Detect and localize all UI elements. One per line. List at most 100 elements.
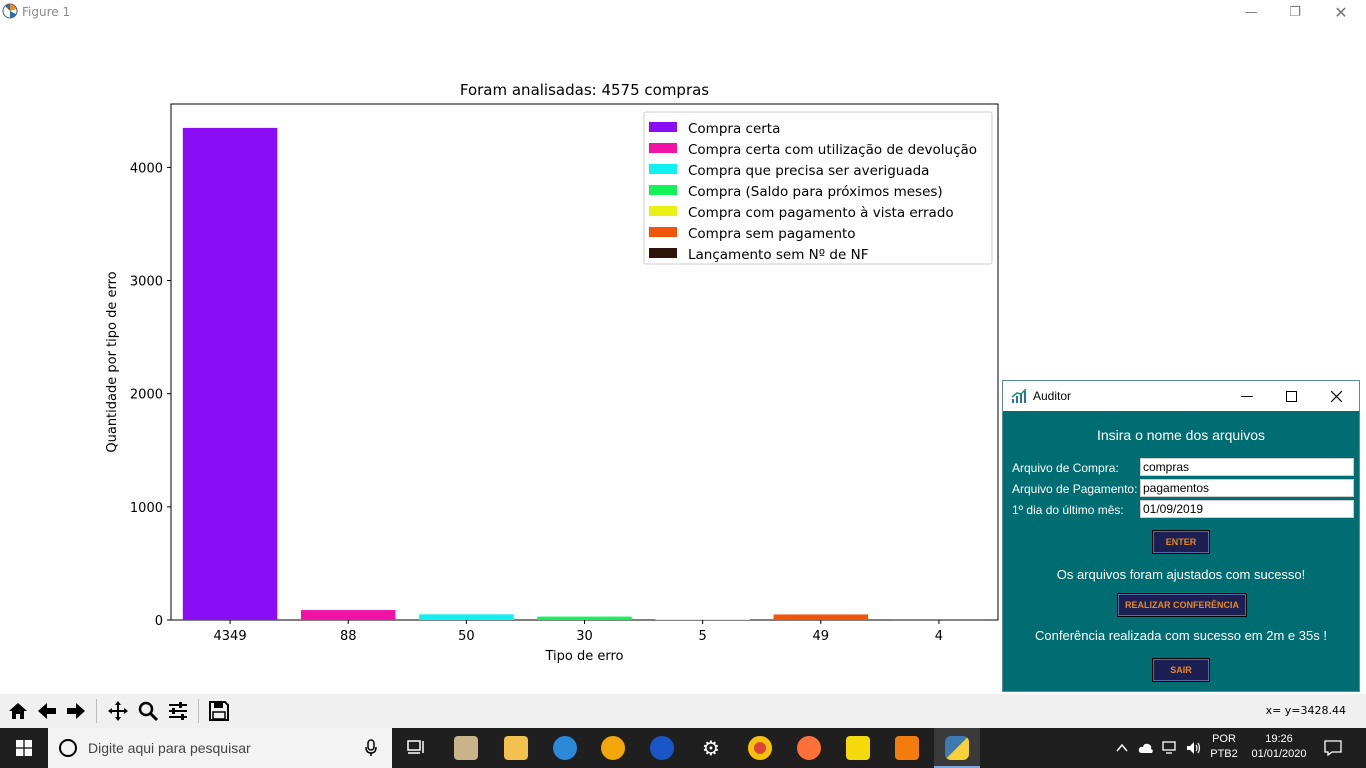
cloud-icon[interactable] (1138, 741, 1154, 755)
compra-label: Arquivo de Compra: (1012, 461, 1119, 475)
ajuste-message: Os arquivos foram ajustados com sucesso! (1056, 567, 1306, 582)
start-button[interactable] (0, 728, 48, 768)
bar (655, 619, 750, 620)
chart-trend-icon (1011, 388, 1027, 403)
forward-button[interactable] (62, 697, 90, 725)
x-tick-label: 4 (935, 629, 943, 644)
chevron-up-icon[interactable] (1116, 742, 1128, 754)
bar (537, 616, 632, 620)
bar (182, 127, 278, 620)
clock[interactable]: 19:26 01/01/2020 (1244, 732, 1314, 762)
toolbar-separator (198, 699, 199, 723)
python-app-active[interactable] (934, 728, 980, 768)
floppy-disk-icon (209, 701, 229, 721)
legend-label: Compra certa (688, 121, 780, 137)
sair-button[interactable]: SAIR (1152, 658, 1210, 682)
notifications-icon[interactable] (1324, 740, 1342, 756)
taskbar: Digite aqui para pesquisar ⚙ POR PTB2 19… (0, 728, 1366, 768)
browser-globe-icon[interactable] (553, 736, 577, 760)
auditor-title: Auditor (1033, 389, 1072, 403)
network-icon[interactable] (1162, 741, 1178, 755)
enter-button[interactable]: ENTER (1152, 530, 1210, 554)
file-explorer-icon[interactable] (504, 736, 528, 760)
auditor-titlebar: Auditor — (1003, 381, 1359, 411)
sublime-text-icon[interactable] (895, 736, 919, 760)
windows-logo-icon (16, 740, 32, 756)
legend-swatch (649, 122, 677, 132)
auditor-maximize-button[interactable] (1269, 381, 1313, 411)
x-tick-label: 4349 (214, 629, 247, 644)
conferencia-message: Conferência realizada com sucesso em 2m … (1035, 628, 1327, 643)
python-icon (945, 736, 969, 760)
matplotlib-icon (2, 3, 18, 19)
compra-input[interactable]: compras (1140, 458, 1354, 476)
ultimo-mes-input[interactable]: 01/09/2019 (1140, 500, 1354, 518)
legend-label: Lançamento sem Nº de NF (688, 247, 868, 263)
y-tick-label: 4000 (130, 161, 163, 176)
auditor-window: Auditor — Insira o nome dos arquivos Arq… (1002, 380, 1360, 692)
home-icon (9, 703, 27, 719)
auditor-minimize-button[interactable]: — (1225, 381, 1269, 411)
form-heading: Insira o nome dos arquivos (1096, 427, 1266, 443)
ultimo-mes-label: 1º dia do último mês: (1012, 503, 1124, 517)
arrow-right-icon (67, 703, 85, 719)
speaker-icon[interactable] (1186, 740, 1202, 756)
realizar-conferencia-button[interactable]: REALIZAR CONFERÊNCIA (1117, 593, 1247, 617)
task-view-icon[interactable] (406, 738, 426, 758)
settings-gear-icon[interactable]: ⚙ (699, 736, 723, 760)
bar (300, 610, 396, 620)
pan-button[interactable] (104, 697, 132, 725)
auditor-close-button[interactable] (1313, 381, 1359, 411)
cursor-coordinates: x= y=3428.44 (1265, 704, 1346, 717)
microphone-icon (365, 739, 377, 756)
figure-titlebar: Figure 1 — ❐ ✕ (0, 0, 1366, 24)
close-button[interactable]: ✕ (1318, 0, 1364, 24)
legend-swatch (649, 164, 677, 174)
scanner-app-icon[interactable] (454, 736, 478, 760)
bar (419, 614, 514, 620)
zoom-button[interactable] (134, 697, 162, 725)
weather-app-icon[interactable] (650, 736, 674, 760)
chrome-icon[interactable] (748, 736, 772, 760)
bar (773, 614, 869, 620)
cortana-circle-icon (59, 739, 77, 757)
y-tick-label: 2000 (130, 388, 163, 403)
clock-time: 19:26 (1265, 733, 1293, 745)
restore-button[interactable]: ❐ (1272, 0, 1318, 24)
x-tick-label: 50 (458, 629, 475, 644)
move-icon (108, 701, 128, 721)
back-button[interactable] (33, 697, 61, 725)
toolbar-separator (96, 699, 97, 723)
close-icon (1330, 390, 1342, 402)
legend-label: Compra com pagamento à vista errado (688, 205, 954, 221)
keyboard-layout: PTB2 (1210, 748, 1238, 760)
search-box[interactable]: Digite aqui para pesquisar (48, 728, 392, 768)
y-axis-label: Quantidade por tipo de erro (105, 271, 120, 452)
legend-label: Compra certa com utilização de devolução (688, 142, 977, 158)
legend-swatch (649, 143, 677, 153)
save-figure-button[interactable] (205, 697, 233, 725)
auditor-form: Insira o nome dos arquivos Arquivo de Co… (1003, 411, 1359, 693)
maximize-icon (1285, 390, 1297, 402)
x-tick-label: 88 (340, 629, 357, 644)
clock-date: 01/01/2020 (1251, 748, 1307, 760)
configure-subplots-button[interactable] (164, 697, 192, 725)
magnifier-icon (138, 701, 159, 722)
window-title: Figure 1 (22, 5, 71, 19)
arrow-left-icon (38, 703, 56, 719)
pagamento-label: Arquivo de Pagamento: (1012, 482, 1138, 496)
minimize-button[interactable]: — (1228, 0, 1274, 24)
legend-swatch (649, 206, 677, 216)
legend-swatch (649, 227, 677, 237)
language-code: POR (1212, 733, 1236, 745)
sticky-notes-icon[interactable] (846, 736, 870, 760)
y-tick-label: 0 (155, 614, 163, 629)
firefox-icon[interactable] (797, 736, 821, 760)
plot-toolbar: x= y=3428.44 (0, 694, 1366, 728)
media-app-icon[interactable] (601, 736, 625, 760)
pagamento-input[interactable]: pagamentos (1140, 479, 1354, 497)
search-placeholder: Digite aqui para pesquisar (88, 740, 251, 756)
legend-swatch (649, 185, 677, 195)
input-language[interactable]: POR PTB2 (1208, 732, 1240, 762)
home-button[interactable] (4, 697, 32, 725)
